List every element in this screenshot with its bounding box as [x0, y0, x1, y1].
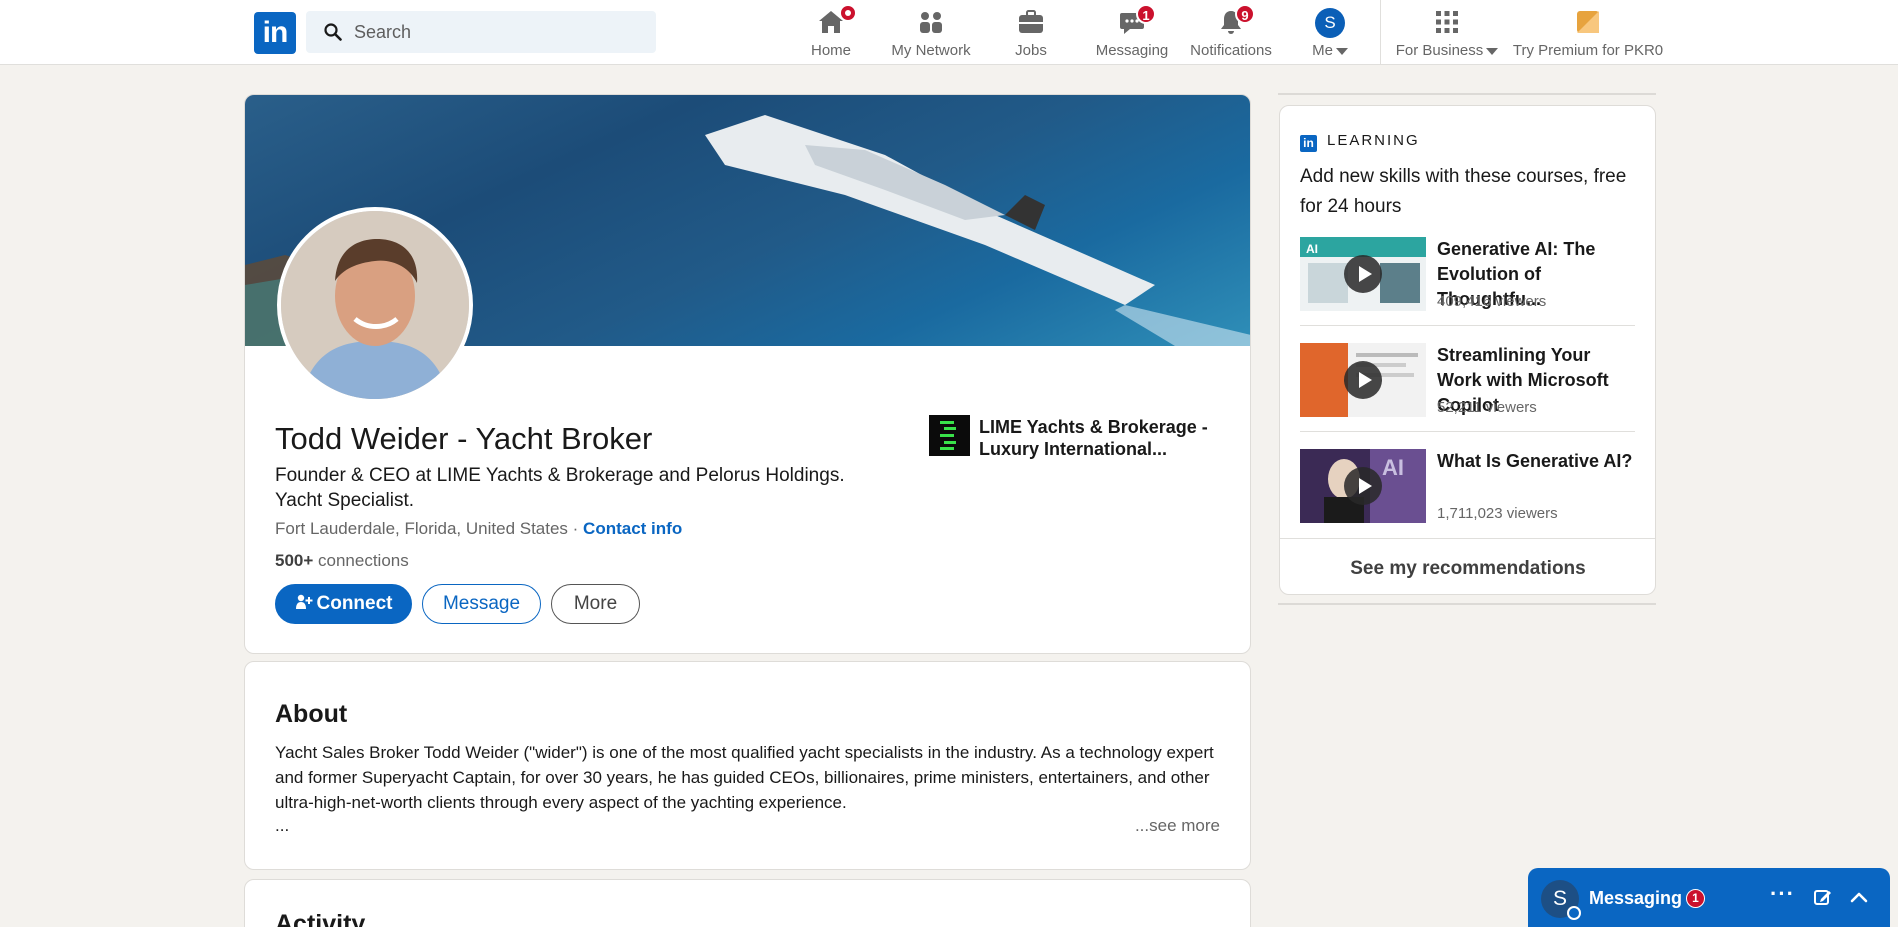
course-divider	[1300, 431, 1635, 432]
see-recommendations-button[interactable]: See my recommendations	[1280, 538, 1655, 594]
sidebar-divider	[1278, 93, 1656, 95]
profile-photo-image	[281, 211, 469, 399]
notifications-badge: 9	[1235, 4, 1255, 24]
messaging-title[interactable]: Messaging	[1589, 888, 1682, 909]
nav-label-premium: Try Premium for PKR0	[1512, 42, 1664, 59]
bell-icon: 9	[1217, 4, 1255, 36]
play-icon[interactable]	[1344, 467, 1382, 505]
course-item[interactable]: Streamlining Your Work with Microsoft Co…	[1300, 343, 1635, 419]
course-thumbnail: AI	[1300, 449, 1426, 523]
profile-location-line: Fort Lauderdale, Florida, United States …	[275, 519, 682, 539]
add-person-icon	[295, 594, 312, 609]
course-item[interactable]: AI Generative AI: The Evolution of Thoug…	[1300, 237, 1635, 313]
messaging-overlay[interactable]: S Messaging 1 ···	[1528, 868, 1890, 927]
course-divider	[1300, 325, 1635, 326]
search-icon	[324, 23, 342, 41]
contact-info-link[interactable]: Contact info	[583, 519, 682, 538]
learning-card: in LEARNING Add new skills with these cou…	[1279, 105, 1656, 595]
lime-logo-icon	[940, 421, 956, 450]
about-title: About	[275, 700, 348, 728]
nav-item-messaging[interactable]: 1 Messaging	[1092, 4, 1172, 59]
learning-subtitle: Add new skills with these courses, free …	[1300, 166, 1627, 217]
top-navigation: in Home My Network	[0, 0, 1898, 65]
messaging-overlay-badge: 1	[1686, 889, 1705, 908]
nav-divider	[1380, 0, 1381, 64]
profile-photo[interactable]	[277, 207, 473, 403]
svg-text:AI: AI	[1306, 242, 1318, 256]
see-more-link[interactable]: ...see more	[1135, 816, 1220, 836]
nav-label-jobs: Jobs	[1015, 42, 1047, 59]
more-button[interactable]: More	[551, 584, 640, 624]
play-icon[interactable]	[1344, 361, 1382, 399]
profile-card: Todd Weider - Yacht Broker Founder & CEO…	[244, 94, 1251, 654]
grid-icon	[1433, 8, 1461, 36]
profile-name: Todd Weider - Yacht Broker	[275, 421, 653, 456]
home-icon	[817, 4, 857, 36]
connections-label: connections	[313, 551, 409, 570]
nav-label-notifications: Notifications	[1190, 42, 1272, 59]
linkedin-mini-logo: in	[1300, 135, 1317, 152]
sidebar-divider	[1278, 603, 1656, 605]
nav-label-home: Home	[810, 42, 851, 59]
messaging-badge: 1	[1136, 4, 1156, 24]
people-icon	[917, 8, 945, 36]
activity-title: Activity	[275, 910, 366, 927]
course-viewers: 409,416 viewers	[1437, 293, 1547, 310]
about-text: Yacht Sales Broker Todd Weider ("wider")…	[275, 743, 1214, 812]
nav-item-notifications[interactable]: 9 Notifications	[1186, 4, 1276, 59]
compose-icon[interactable]	[1814, 888, 1832, 906]
profile-connections[interactable]: 500+ connections	[275, 551, 409, 571]
course-thumbnail: AI	[1300, 237, 1426, 311]
about-card: About Yacht Sales Broker Todd Weider ("w…	[244, 661, 1251, 870]
premium-icon	[1574, 8, 1602, 36]
connect-label: Connect	[316, 593, 393, 614]
nav-item-my-network[interactable]: My Network	[884, 8, 978, 59]
course-viewers: 52,211 viewers	[1437, 399, 1537, 416]
learning-heading: in LEARNING	[1300, 132, 1420, 152]
me-avatar: S	[1315, 8, 1345, 38]
messaging-icon: 1	[1118, 4, 1156, 36]
connections-count: 500+	[275, 551, 314, 570]
chevron-down-icon	[1335, 47, 1348, 55]
profile-location: Fort Lauderdale, Florida, United States	[275, 519, 568, 538]
linkedin-logo[interactable]: in	[254, 12, 296, 54]
chevron-down-icon	[1486, 47, 1499, 55]
briefcase-icon	[1017, 8, 1045, 36]
nav-item-premium[interactable]: Try Premium for PKR0	[1508, 8, 1668, 59]
nav-label-for-business: For Business	[1395, 42, 1484, 59]
learning-heading-text: LEARNING	[1327, 132, 1420, 149]
course-viewers: 1,711,023 viewers	[1437, 505, 1558, 522]
online-status-icon	[1567, 906, 1581, 920]
nav-item-me[interactable]: S Me	[1296, 8, 1364, 59]
nav-item-home[interactable]: Home	[796, 4, 866, 59]
search-input[interactable]	[354, 11, 644, 53]
location-separator: ·	[567, 519, 584, 538]
chevron-up-icon[interactable]	[1848, 886, 1870, 908]
activity-card: Activity	[244, 879, 1251, 927]
profile-headline: Founder & CEO at LIME Yachts & Brokerage…	[275, 465, 845, 511]
about-ellipsis: ...	[275, 816, 290, 835]
course-item[interactable]: AI What Is Generative AI? 1,711,023 view…	[1300, 449, 1635, 525]
nav-label-messaging: Messaging	[1095, 42, 1169, 59]
connect-button[interactable]: Connect	[275, 584, 412, 624]
play-icon[interactable]	[1344, 255, 1382, 293]
more-options-icon[interactable]: ···	[1770, 881, 1795, 907]
message-button[interactable]: Message	[422, 584, 541, 624]
company-logo	[929, 415, 970, 456]
company-name[interactable]: LIME Yachts & Brokerage - Luxury Interna…	[979, 416, 1229, 460]
search-box[interactable]	[306, 11, 656, 53]
course-thumbnail	[1300, 343, 1426, 417]
svg-text:AI: AI	[1382, 455, 1404, 480]
course-title[interactable]: What Is Generative AI?	[1437, 449, 1637, 474]
nav-label-me: Me	[1312, 42, 1333, 59]
nav-item-for-business[interactable]: For Business	[1392, 8, 1502, 59]
home-notification-dot	[839, 4, 857, 22]
nav-item-jobs[interactable]: Jobs	[996, 8, 1066, 59]
nav-label-my-network: My Network	[891, 42, 971, 59]
